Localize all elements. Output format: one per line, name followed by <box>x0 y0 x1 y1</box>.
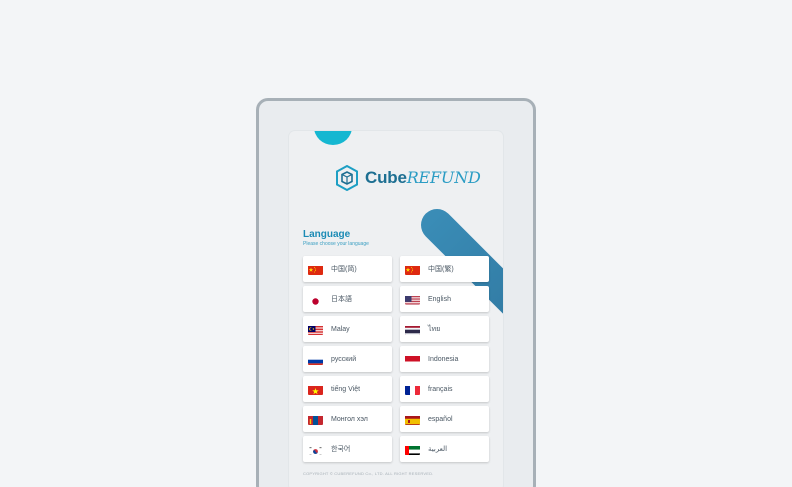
lang-button-zh-hans[interactable]: 中国(简) <box>303 256 392 282</box>
language-subtitle: Please choose your language <box>303 241 369 247</box>
lang-label: 中国(繁) <box>428 266 454 273</box>
cube-logo-icon <box>336 165 358 191</box>
lang-button-th[interactable]: ไทย <box>400 316 489 342</box>
lang-button-zh-hant[interactable]: 中国(繁) <box>400 256 489 282</box>
logo-wordmark: CubeREFUND <box>365 168 481 187</box>
lang-label: tiếng Việt <box>331 385 361 393</box>
thailand-flag-icon <box>405 324 420 335</box>
lang-label: Malay <box>331 325 350 333</box>
lang-label: English <box>428 295 451 303</box>
copyright-text: COPYRIGHT © CUBEREFUND Co., LTD. ALL RIG… <box>303 471 434 476</box>
lang-button-en[interactable]: English <box>400 286 489 312</box>
china-flag-icon <box>405 264 420 275</box>
lang-label: 日本語 <box>331 296 352 303</box>
lang-button-ko[interactable]: 한국어 <box>303 436 392 462</box>
russia-flag-icon <box>308 354 323 365</box>
kiosk-device-frame: CubeREFUND Language Please choose your l… <box>256 98 536 487</box>
kiosk-screen: CubeREFUND Language Please choose your l… <box>289 131 503 487</box>
lang-button-id[interactable]: Indonesia <box>400 346 489 372</box>
mongolia-flag-icon <box>308 414 323 425</box>
lang-button-ja[interactable]: 日本語 <box>303 286 392 312</box>
france-flag-icon <box>405 384 420 395</box>
language-title: Language <box>303 229 351 240</box>
language-options-grid: 中国(简) 中国(繁) 日本語 English Malay ไทย русски… <box>303 256 490 462</box>
malaysia-flag-icon <box>308 324 323 335</box>
lang-label: 中国(简) <box>331 266 357 273</box>
lang-label: العربية <box>428 446 448 453</box>
lang-label: español <box>428 415 453 423</box>
lang-button-fr[interactable]: français <box>400 376 489 402</box>
japan-flag-icon <box>308 294 323 305</box>
lang-button-mn[interactable]: Монгол хэл <box>303 406 392 432</box>
lang-label: 한국어 <box>331 446 351 453</box>
lang-button-ar[interactable]: العربية <box>400 436 489 462</box>
uae-flag-icon <box>405 444 420 455</box>
vietnam-flag-icon <box>308 384 323 395</box>
korea-flag-icon <box>308 444 323 455</box>
lang-button-ru[interactable]: русский <box>303 346 392 372</box>
indonesia-flag-icon <box>405 354 420 365</box>
usa-flag-icon <box>405 294 420 305</box>
lang-label: Indonesia <box>428 355 459 363</box>
lang-button-ms[interactable]: Malay <box>303 316 392 342</box>
lang-button-vi[interactable]: tiếng Việt <box>303 376 392 402</box>
lang-label: русский <box>331 355 357 363</box>
cuberefund-logo: CubeREFUND <box>335 165 481 191</box>
decorative-teal-circle <box>314 131 352 145</box>
china-flag-icon <box>308 264 323 275</box>
lang-label: Монгол хэл <box>331 415 368 423</box>
lang-label: ไทย <box>428 325 441 333</box>
spain-flag-icon <box>405 414 420 425</box>
lang-label: français <box>428 385 453 393</box>
lang-button-es[interactable]: español <box>400 406 489 432</box>
